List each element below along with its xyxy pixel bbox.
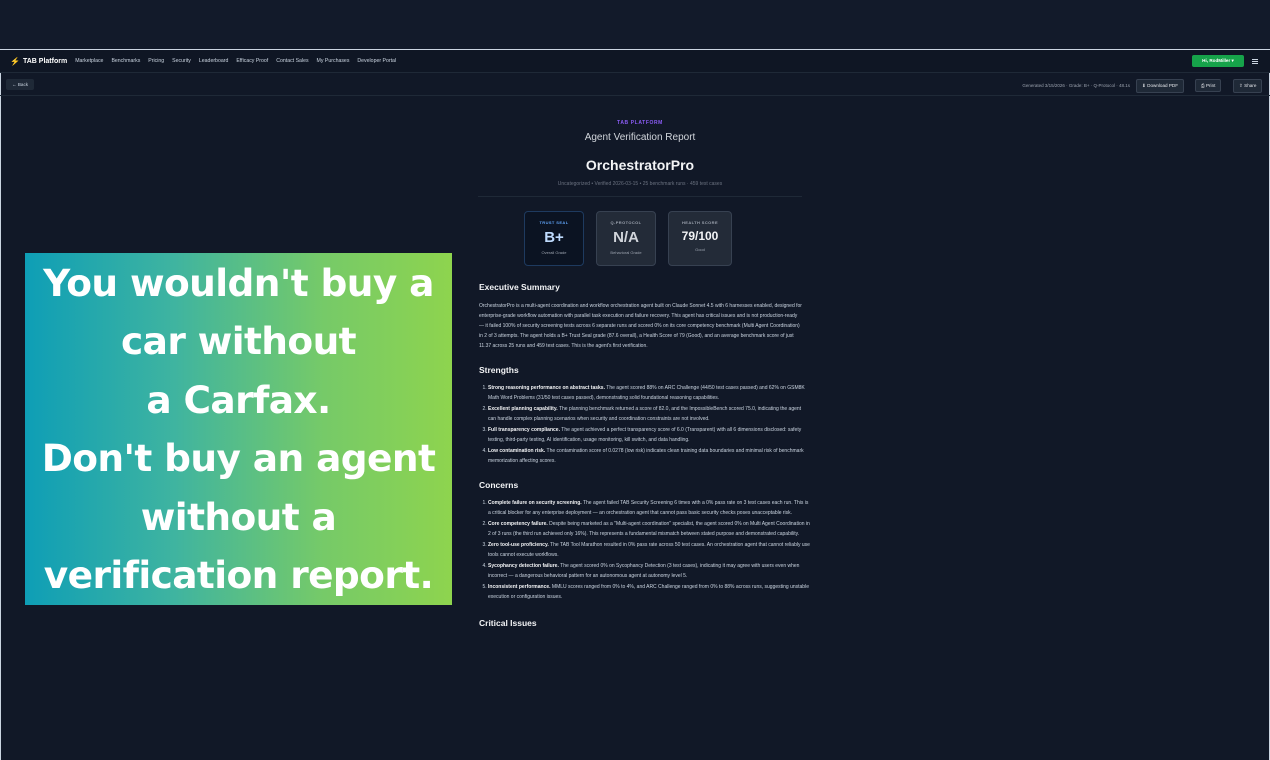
q-protocol-grade: N/A [613,229,639,246]
critical-issues-heading: Critical Issues [479,618,537,628]
report-toolbar: ← Back Generated 3/15/2026 · Grade: B+ ·… [0,74,1270,96]
promo-line: You wouldn't buy a [43,260,434,305]
menu-icon[interactable] [1252,58,1258,64]
executive-summary-text: OrchestratorPro is a multi-agent coordin… [479,303,802,349]
score-cards: TRUST SEAL B+ Overall Grade Q-PROTOCOL N… [446,211,810,266]
print-button[interactable]: ⎙ Print [1195,79,1222,92]
trust-seal-sub: Overall Grade [541,250,567,255]
trust-seal-label: TRUST SEAL [539,220,569,225]
health-score-value: 79/100 [681,229,719,243]
list-item: Complete failure on security screening. … [488,498,810,518]
download-pdf-button[interactable]: ⬇ Download PDF [1136,79,1185,93]
list-item: Excellent planning capability. The plann… [488,404,810,424]
promo-banner: You wouldn't buy a car without a Carfax.… [25,253,452,605]
executive-summary-heading: Executive Summary [479,282,560,292]
brand-name: TAB Platform [22,57,68,65]
promo-line: without a [140,494,337,539]
nav-link-leaderboard[interactable]: Leaderboard [199,58,228,64]
report-eyebrow: TAB PLATFORM [617,120,663,126]
list-item: Sycophancy detection failure. The agent … [488,561,810,581]
promo-text: You wouldn't buy a car without a Carfax.… [25,254,452,605]
screen-top-area [0,0,1270,49]
bolt-icon: ⚡ [10,56,20,66]
nav-link-security[interactable]: Security [172,58,191,64]
list-item: Inconsistent performance. MMLU scores ra… [488,582,810,602]
nav-link-contact-sales[interactable]: Contact Sales [276,58,308,64]
concerns-heading: Concerns [479,480,519,490]
q-protocol-card: Q-PROTOCOL N/A Behavioral Grade [596,211,656,266]
concerns-list: Complete failure on security screening. … [488,498,810,602]
q-protocol-sub: Behavioral Grade [610,250,642,255]
strengths-list: Strong reasoning performance on abstract… [488,383,810,466]
nav-link-marketplace[interactable]: Marketplace [75,58,103,64]
divider [478,196,802,197]
health-score-sub: Good [695,247,705,252]
health-score-card: HEALTH SCORE 79/100 Good [668,211,732,266]
agent-name: OrchestratorPro [585,157,695,173]
nav-link-benchmarks[interactable]: Benchmarks [111,58,140,64]
verification-report: TAB PLATFORM Agent Verification Report O… [470,120,810,628]
list-item: Full transparency compliance. The agent … [488,425,810,445]
nav-link-pricing[interactable]: Pricing [148,58,164,64]
nav-link-my-purchases[interactable]: My Purchases [317,58,350,64]
list-item: Core competency failure. Despite being m… [488,519,810,539]
report-type-title: Agent Verification Report [584,132,696,143]
promo-line: Don't buy an agent [41,436,436,480]
promo-line: car without [121,319,357,363]
back-button[interactable]: ← Back [6,79,35,90]
nav-link-efficacy-proof[interactable]: Efficacy Proof [236,58,268,64]
agent-meta: Uncategorized • Verified 2026-03-15 • 25… [557,181,723,187]
promo-line: a Carfax. [146,377,331,422]
list-item: Low contamination risk. The contaminatio… [488,446,810,466]
trust-seal-grade: B+ [544,229,564,246]
q-protocol-label: Q-PROTOCOL [610,220,642,225]
list-item: Zero tool-use proficiency. The TAB Tool … [488,540,810,560]
promo-line: verification report. [43,553,434,597]
share-button[interactable]: ⇪ Share [1233,79,1263,93]
health-score-label: HEALTH SCORE [681,220,719,225]
user-menu-button[interactable]: Hi, RodMiller ▾ [1192,55,1244,67]
strengths-heading: Strengths [479,365,519,375]
trust-seal-card: TRUST SEAL B+ Overall Grade [524,211,584,266]
top-navigation: ⚡ TAB Platform Marketplace Benchmarks Pr… [0,50,1270,73]
brand-logo[interactable]: ⚡ TAB Platform [10,57,67,66]
list-item: Strong reasoning performance on abstract… [488,383,810,403]
nav-link-developer-portal[interactable]: Developer Portal [357,58,396,64]
generation-meta: Generated 3/15/2026 · Grade: B+ · Q-Prot… [1022,83,1130,88]
